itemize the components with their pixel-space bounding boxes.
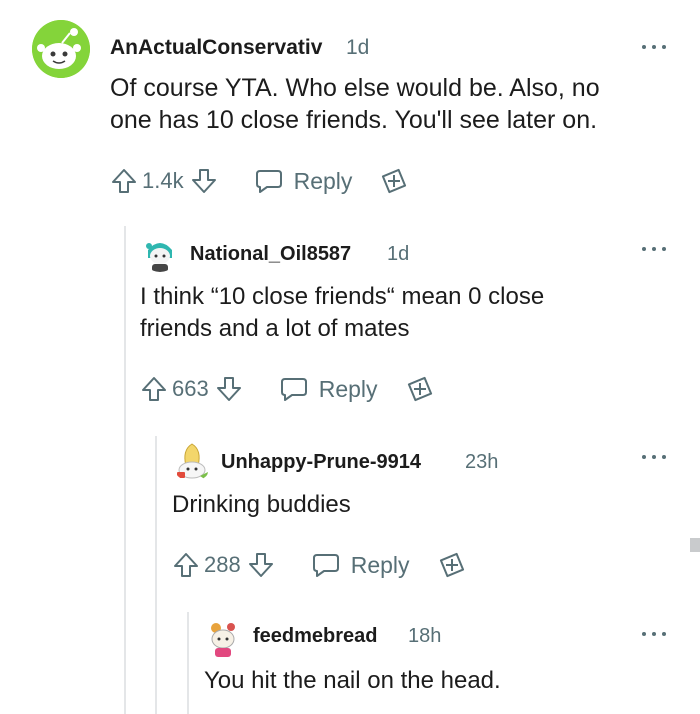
comment-username[interactable]: Unhappy-Prune-9914 bbox=[221, 451, 421, 474]
avatar[interactable] bbox=[32, 20, 90, 78]
reply-label: Reply bbox=[293, 167, 353, 194]
comment-timestamp: 18h bbox=[408, 625, 442, 647]
downvote-icon[interactable] bbox=[247, 551, 275, 579]
comment-body: Drinking buddies bbox=[172, 489, 351, 521]
reply-label: Reply bbox=[318, 375, 378, 402]
award-button[interactable] bbox=[380, 167, 408, 195]
upvote-icon[interactable] bbox=[110, 167, 138, 195]
downvote-icon[interactable] bbox=[190, 167, 218, 195]
downvote-icon[interactable] bbox=[215, 375, 243, 403]
snoo-avatar-icon bbox=[32, 20, 90, 78]
comment-body: You hit the nail on the head. bbox=[204, 665, 501, 697]
more-options-icon[interactable] bbox=[642, 452, 666, 462]
more-options-icon[interactable] bbox=[642, 629, 666, 639]
thread-line[interactable] bbox=[187, 612, 189, 714]
award-icon bbox=[439, 552, 464, 578]
award-button[interactable] bbox=[406, 375, 434, 403]
comment-actions: 663 Reply bbox=[140, 374, 434, 404]
comment-timestamp: 23h bbox=[465, 451, 499, 473]
snoo-avatar-icon bbox=[211, 623, 235, 657]
thread-line[interactable] bbox=[124, 226, 126, 714]
comment-body-line: You hit the nail on the head. bbox=[204, 667, 501, 694]
reply-icon bbox=[280, 378, 307, 401]
thread-line[interactable] bbox=[155, 436, 157, 714]
vote-count: 663 bbox=[172, 376, 209, 401]
reply-icon bbox=[312, 554, 339, 577]
comment-username[interactable]: feedmebread bbox=[253, 625, 378, 648]
more-options-icon[interactable] bbox=[642, 244, 666, 254]
comment-body-line: one has 10 close friends. You'll see lat… bbox=[110, 106, 598, 134]
comment-timestamp: 1d bbox=[346, 36, 370, 59]
upvote-icon[interactable] bbox=[140, 375, 168, 403]
comment-actions: 1.4k Reply bbox=[110, 166, 408, 196]
reply-label: Reply bbox=[350, 551, 410, 578]
more-options-icon[interactable] bbox=[642, 42, 666, 52]
snoo-avatar-icon bbox=[177, 443, 208, 480]
avatar[interactable] bbox=[172, 442, 212, 482]
comment-timestamp: 1d bbox=[387, 243, 410, 265]
vote-count: 1.4k bbox=[142, 168, 184, 193]
comment-body-line: friends and a lot of mates bbox=[140, 315, 410, 342]
comment-body-line: I think “10 close friends“ mean 0 close bbox=[140, 283, 545, 310]
comment-username[interactable]: National_Oil8587 bbox=[190, 243, 351, 266]
reply-icon bbox=[255, 170, 282, 193]
award-icon bbox=[382, 168, 407, 194]
vote-count: 288 bbox=[204, 552, 241, 577]
upvote-icon[interactable] bbox=[172, 551, 200, 579]
reply-button[interactable]: Reply bbox=[279, 375, 378, 403]
comment-body-line: Drinking buddies bbox=[172, 491, 351, 518]
scrollbar-thumb[interactable] bbox=[690, 538, 700, 552]
snoo-avatar-icon bbox=[142, 236, 178, 272]
comment-body-line: Of course YTA. Who else would be. Also, … bbox=[110, 74, 600, 102]
avatar[interactable] bbox=[204, 620, 242, 658]
comment-body: Of course YTA. Who else would be. Also, … bbox=[110, 72, 600, 136]
comment-actions: 288 Reply bbox=[172, 550, 466, 580]
avatar[interactable] bbox=[142, 236, 178, 272]
award-icon bbox=[407, 376, 432, 402]
reply-button[interactable]: Reply bbox=[311, 551, 410, 579]
comment-username[interactable]: AnActualConservativ bbox=[110, 36, 322, 60]
reply-button[interactable]: Reply bbox=[254, 167, 353, 195]
award-button[interactable] bbox=[438, 551, 466, 579]
comment-body: I think “10 close friends“ mean 0 close … bbox=[140, 281, 544, 345]
